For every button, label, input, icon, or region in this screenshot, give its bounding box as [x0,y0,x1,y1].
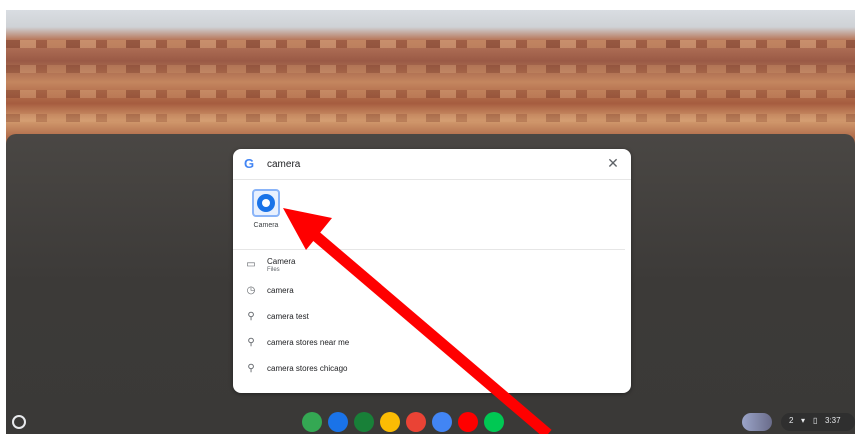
result-title: camera test [267,312,309,321]
app-icon-frame [252,189,280,217]
search-input[interactable] [267,156,587,172]
gmail-icon[interactable] [406,412,426,432]
result-title: camera stores near me [267,338,350,347]
google-drive-icon[interactable] [302,412,322,432]
google-logo-icon: G [244,156,255,171]
status-tray[interactable]: 2 ▾ ▯ 3:37 [781,413,855,431]
result-subtitle: Files [267,267,280,273]
result-title: Camera [267,257,296,266]
docs-icon[interactable] [432,412,452,432]
app-result-label: Camera [253,222,279,229]
result-item-files-camera[interactable]: ▭ Camera Files [233,253,631,277]
result-item-history[interactable]: ◷ camera [233,279,631,303]
canyon-strata [6,65,855,73]
results-divider [233,249,625,250]
battery-icon: ▯ [813,416,818,425]
history-icon: ◷ [246,285,256,296]
app-result-camera[interactable]: Camera [245,189,287,233]
canyon-strata [6,90,855,98]
result-item-search[interactable]: ⚲ camera stores chicago [233,357,631,381]
result-item-search[interactable]: ⚲ camera stores near me [233,331,631,355]
youtube-icon[interactable] [458,412,478,432]
canyon-strata [6,114,855,122]
play-store-icon[interactable] [484,412,504,432]
search-icon: ⚲ [247,363,255,374]
clock-time: 3:37 [825,416,841,425]
launcher-search-panel: G ✕ Camera ▭ Camera Files ◷ camera ⚲ cam… [233,149,631,393]
launcher-button[interactable] [12,415,26,429]
folder-icon: ▭ [246,259,256,270]
meet-icon[interactable] [328,412,348,432]
result-title: camera [267,286,294,295]
chrome-icon[interactable] [380,412,400,432]
clear-search-button[interactable]: ✕ [606,156,620,170]
classroom-icon[interactable] [354,412,374,432]
search-icon: ⚲ [247,311,255,322]
result-title: camera stores chicago [267,364,348,373]
canyon-strata [6,40,855,48]
result-item-search[interactable]: ⚲ camera test [233,305,631,329]
shelf: 2 ▾ ▯ 3:37 [0,410,855,434]
search-icon: ⚲ [247,337,255,348]
notification-count-badge: 2 [789,416,794,425]
search-bar: G ✕ [233,149,631,180]
camera-icon [257,194,275,212]
wifi-icon: ▾ [801,416,806,425]
avatar[interactable] [742,413,772,431]
